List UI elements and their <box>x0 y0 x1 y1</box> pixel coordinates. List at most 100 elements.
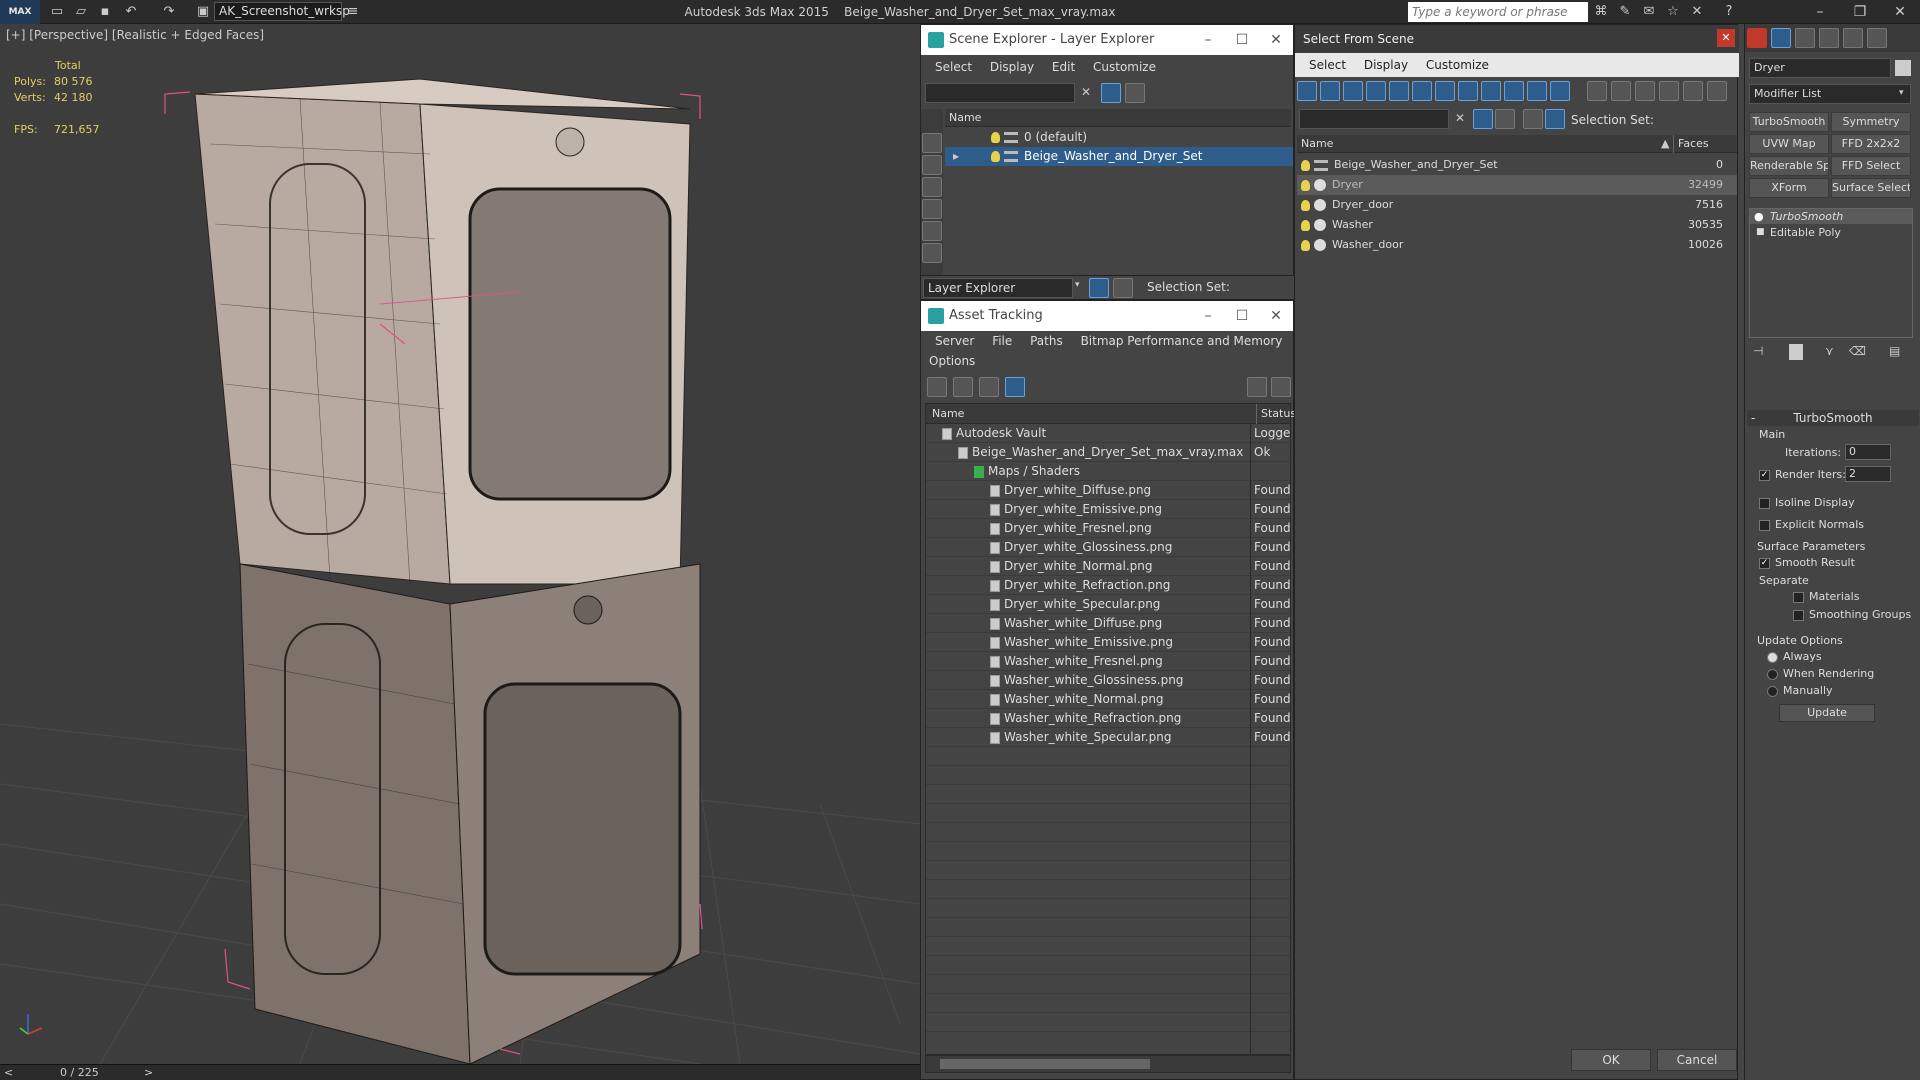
display-cameras-icon[interactable] <box>1366 81 1386 101</box>
turbosmooth-button[interactable]: TurboSmooth <box>1749 112 1829 132</box>
expand-arrow-icon[interactable]: ▸ <box>953 147 959 166</box>
surface-select-button[interactable]: Surface Select <box>1831 178 1911 198</box>
layer-icon[interactable] <box>1523 109 1543 129</box>
stack-item-turbosmooth[interactable]: ● TurboSmooth <box>1750 209 1912 224</box>
asset-row[interactable]: Dryer_white_Diffuse.png Found <box>926 481 1290 500</box>
asset-tracking-titlebar[interactable]: Asset Tracking – ☐ ✕ <box>921 301 1293 331</box>
lightbulb-icon[interactable] <box>991 132 1000 143</box>
horizontal-scrollbar[interactable] <box>925 1055 1291 1073</box>
scene-search-input[interactable] <box>925 83 1075 103</box>
hierarchy-icon[interactable] <box>1113 278 1133 298</box>
asset-row[interactable]: Dryer_white_Normal.png Found <box>926 557 1290 576</box>
menu-paths[interactable]: Paths <box>1030 334 1063 348</box>
help-icon[interactable]: ? <box>1720 3 1738 21</box>
restore-icon[interactable]: ❐ <box>1840 0 1880 24</box>
col-faces[interactable]: Faces <box>1673 135 1709 153</box>
layer-filter-icon[interactable] <box>1125 83 1145 103</box>
table-view-icon[interactable] <box>1005 377 1025 397</box>
ffd-select-button[interactable]: FFD Select <box>1831 156 1911 176</box>
render-iters-spinner[interactable]: 2 <box>1845 466 1891 482</box>
display-frozen-icon[interactable] <box>1527 81 1547 101</box>
menu-display[interactable]: Display <box>990 60 1034 74</box>
menu-display[interactable]: Display <box>1364 58 1408 72</box>
display-xrefs-icon[interactable] <box>1458 81 1478 101</box>
asset-row[interactable]: Washer_white_Glossiness.png Found <box>926 671 1290 690</box>
menu-customize[interactable]: Customize <box>1426 58 1489 72</box>
lightbulb-icon[interactable] <box>1301 239 1310 251</box>
help-search-input[interactable]: Type a keyword or phrase <box>1408 2 1588 22</box>
display-geometry-icon[interactable] <box>922 155 942 175</box>
project-folder-icon[interactable]: ▣ <box>194 3 212 21</box>
col-name[interactable]: Name <box>1301 135 1333 153</box>
motion-tab-icon[interactable] <box>1819 28 1839 48</box>
clear-search-icon[interactable]: ✕ <box>1081 85 1091 99</box>
show-end-result-icon[interactable] <box>1789 344 1803 360</box>
communication-icon[interactable]: ✉ <box>1640 3 1658 21</box>
menu-select[interactable]: Select <box>935 60 972 74</box>
menu-bitmap-performance[interactable]: Bitmap Performance and Memory <box>1081 334 1283 348</box>
explorer-type-dropdown[interactable]: Layer Explorer <box>923 278 1073 298</box>
menu-server[interactable]: Server <box>935 334 974 348</box>
layer-explorer-icon[interactable] <box>1089 278 1109 298</box>
new-file-icon[interactable]: ▭ <box>48 3 66 21</box>
select-none-icon[interactable] <box>1611 81 1631 101</box>
expand-plus-icon[interactable]: ■ <box>1756 225 1765 240</box>
iterations-spinner[interactable]: 0 <box>1845 444 1891 460</box>
col-status[interactable]: Status <box>1256 404 1296 424</box>
object-row[interactable]: Beige_Washer_and_Dryer_Set 0 <box>1297 155 1737 175</box>
select-dialog-titlebar[interactable]: Select From Scene ✕ <box>1295 25 1739 53</box>
asset-row[interactable]: Dryer_white_Specular.png Found <box>926 595 1290 614</box>
display-lights-icon[interactable] <box>922 177 942 197</box>
stack-item-editable-poly[interactable]: ■ Editable Poly <box>1750 225 1912 240</box>
display-helpers-icon[interactable] <box>922 221 942 241</box>
display-containers-icon[interactable] <box>1504 81 1524 101</box>
render-iters-checkbox[interactable]: ✓ <box>1759 470 1770 481</box>
asset-row[interactable]: Washer_white_Emissive.png Found <box>926 633 1290 652</box>
dropdown-arrow-icon[interactable]: ▾ <box>1899 88 1904 98</box>
minimize-icon[interactable]: – <box>1800 0 1840 24</box>
display-spacewarps-icon[interactable] <box>922 243 942 263</box>
manually-radio[interactable] <box>1767 686 1778 697</box>
explorer-header[interactable]: Name <box>945 109 1291 127</box>
select-invert-icon[interactable] <box>1635 81 1655 101</box>
viewport-label[interactable]: [+] [Perspective] [Realistic + Edged Fac… <box>6 28 264 42</box>
close-icon[interactable]: ✕ <box>1717 29 1735 47</box>
display-helpers-icon[interactable] <box>1389 81 1409 101</box>
asset-row[interactable]: Dryer_white_Refraction.png Found <box>926 576 1290 595</box>
renderable-spline-button[interactable]: Renderable Spline <box>1749 156 1829 176</box>
asset-row[interactable]: Washer_white_Diffuse.png Found <box>926 614 1290 633</box>
minimize-icon[interactable]: – <box>1191 301 1225 331</box>
pin-stack-icon[interactable]: ⊣ <box>1753 344 1763 358</box>
cancel-button[interactable]: Cancel <box>1657 1049 1737 1071</box>
app-logo[interactable]: MAX <box>0 0 40 24</box>
list-view-icon[interactable] <box>953 377 973 397</box>
lightbulb-icon[interactable]: ● <box>1754 209 1764 224</box>
object-color-swatch[interactable] <box>1895 60 1911 76</box>
object-row[interactable]: Washer_door 10026 <box>1297 235 1737 255</box>
time-next-icon[interactable]: > <box>144 1065 153 1080</box>
scene-explorer-titlebar[interactable]: Scene Explorer - Layer Explorer – ☐ ✕ <box>921 25 1293 55</box>
asset-row[interactable]: Maps / Shaders <box>926 462 1290 481</box>
asset-row[interactable]: Dryer_white_Glossiness.png Found <box>926 538 1290 557</box>
hierarchy-icon[interactable] <box>1545 109 1565 129</box>
close-icon[interactable]: ✕ <box>1259 25 1293 55</box>
asset-row[interactable]: Dryer_white_Emissive.png Found <box>926 500 1290 519</box>
scroll-thumb[interactable] <box>940 1059 1150 1069</box>
utilities-tab-icon[interactable] <box>1867 28 1887 48</box>
save-icon[interactable]: ▪ <box>96 3 114 21</box>
undo-icon[interactable]: ↶ <box>122 3 140 21</box>
when-rendering-radio[interactable] <box>1767 669 1778 680</box>
select-search-input[interactable] <box>1299 109 1449 129</box>
close-icon[interactable]: ✕ <box>1259 301 1293 331</box>
tools-icon[interactable]: ✎ <box>1616 3 1634 21</box>
display-shapes-icon[interactable] <box>1320 81 1340 101</box>
asset-row[interactable]: Washer_white_Refraction.png Found <box>926 709 1290 728</box>
update-button[interactable]: Update <box>1779 704 1875 722</box>
smooth-result-checkbox[interactable]: ✓ <box>1759 558 1770 569</box>
menu-customize[interactable]: Customize <box>1093 60 1156 74</box>
always-radio[interactable] <box>1767 652 1778 663</box>
lightbulb-icon[interactable] <box>991 151 1000 162</box>
make-unique-icon[interactable]: ⋎ <box>1825 344 1834 358</box>
materials-checkbox[interactable] <box>1793 592 1804 603</box>
ok-button[interactable]: OK <box>1571 1049 1651 1071</box>
